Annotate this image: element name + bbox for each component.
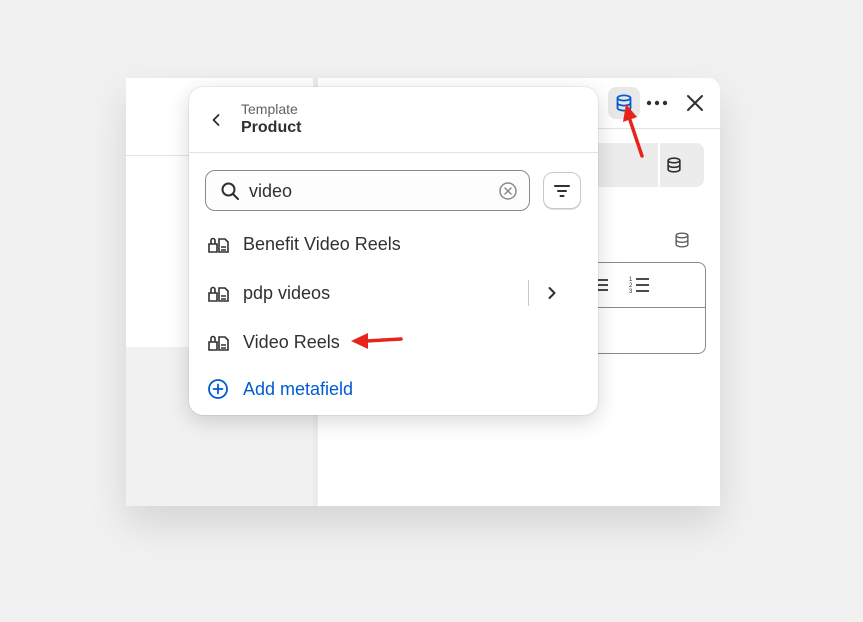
expand-button[interactable] bbox=[541, 282, 563, 304]
connect-dynamic-source-button[interactable] bbox=[608, 87, 640, 119]
numbered-list-icon: 1 2 3 bbox=[629, 277, 649, 295]
chevron-right-icon bbox=[548, 287, 556, 299]
dynamic-source-popover: Template Product video Benefit Video Ree… bbox=[189, 87, 598, 415]
metafield-icon bbox=[208, 237, 229, 253]
search-field[interactable]: video bbox=[205, 170, 530, 211]
filter-button[interactable] bbox=[543, 172, 581, 209]
setting-input[interactable] bbox=[588, 143, 704, 187]
search-input[interactable]: video bbox=[249, 181, 292, 202]
divider bbox=[528, 280, 529, 306]
breadcrumb-title: Product bbox=[241, 119, 302, 136]
add-metafield-button[interactable]: Add metafield bbox=[189, 366, 598, 412]
list-item[interactable]: Benefit Video Reels bbox=[189, 221, 598, 267]
database-icon bbox=[616, 94, 632, 112]
search-icon bbox=[221, 182, 239, 200]
list-item[interactable]: Video Reels bbox=[189, 319, 598, 365]
clear-circle-icon[interactable] bbox=[498, 181, 518, 201]
database-icon bbox=[675, 232, 689, 248]
chevron-left-icon bbox=[212, 114, 220, 126]
filter-icon bbox=[554, 184, 570, 197]
list-item-label: Video Reels bbox=[243, 332, 340, 352]
close-button[interactable] bbox=[682, 90, 708, 116]
list-item-label: Benefit Video Reels bbox=[243, 234, 401, 254]
database-icon bbox=[667, 157, 681, 173]
metafield-icon bbox=[208, 286, 229, 302]
metafield-icon bbox=[208, 335, 229, 351]
divider bbox=[658, 143, 660, 187]
back-button[interactable] bbox=[205, 109, 227, 131]
list-item[interactable]: pdp videos bbox=[189, 270, 598, 316]
breadcrumb-parent: Template bbox=[241, 101, 298, 117]
more-actions-button[interactable] bbox=[644, 90, 670, 116]
connect-dynamic-source-button[interactable] bbox=[662, 153, 686, 177]
plus-circle-icon bbox=[208, 379, 228, 399]
connect-dynamic-source-button[interactable] bbox=[670, 228, 694, 252]
svg-text:3: 3 bbox=[629, 289, 633, 295]
add-metafield-label: Add metafield bbox=[243, 379, 354, 399]
popover-header: Template Product bbox=[189, 87, 598, 153]
more-horizontal-icon bbox=[646, 100, 668, 106]
close-icon bbox=[687, 95, 703, 111]
list-item-label: pdp videos bbox=[243, 283, 331, 303]
numbered-list-button[interactable]: 1 2 3 bbox=[628, 274, 650, 296]
